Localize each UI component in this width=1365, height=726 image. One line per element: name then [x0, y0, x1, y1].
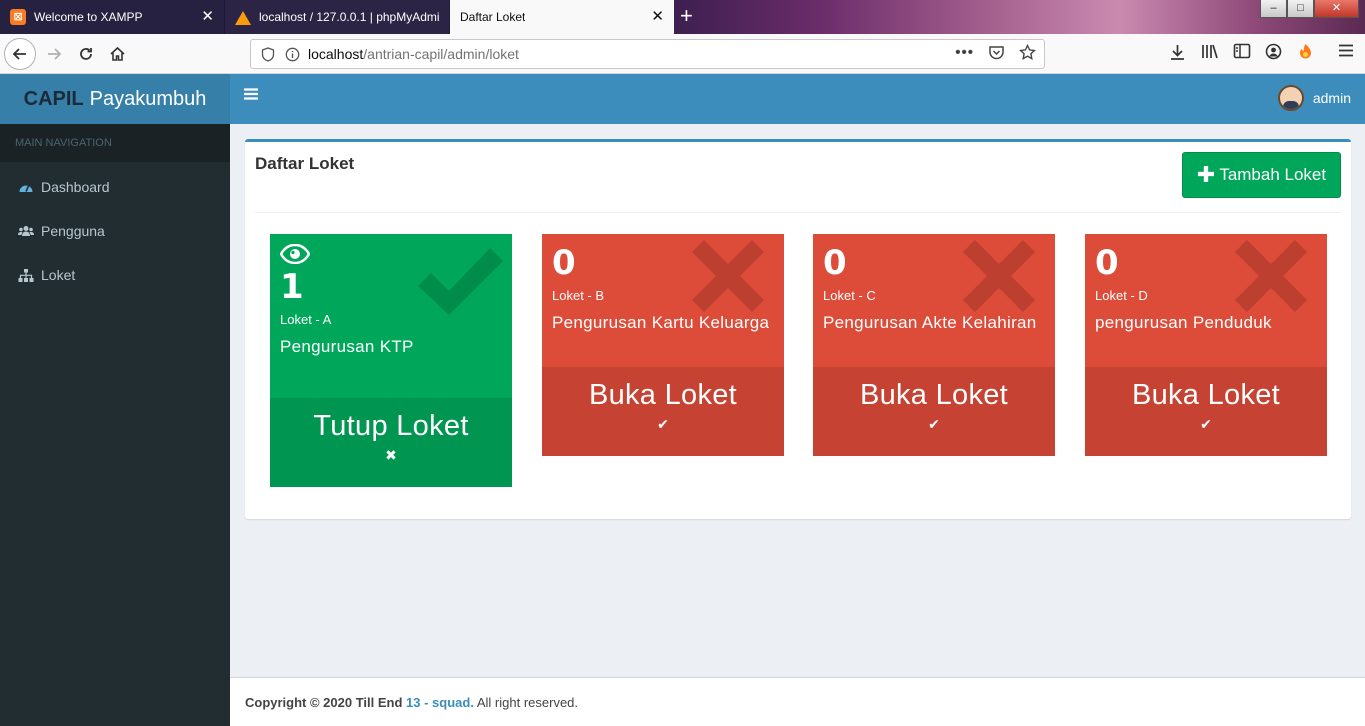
pocket-icon[interactable] [988, 44, 1005, 61]
tutup-loket-button[interactable]: Tutup Loket ✖ [270, 398, 512, 487]
dashboard-icon [19, 185, 33, 192]
buka-loket-button[interactable]: Buka Loket ✔ [813, 367, 1055, 456]
check-small-icon: ✔ [657, 416, 669, 432]
loket-description: pengurusan Penduduk [1095, 313, 1272, 332]
sidebar: MAIN NAVIGATION Dashboard Pengguna Loket [0, 124, 230, 726]
extension-fire-icon[interactable] [1297, 43, 1314, 61]
minimize-button[interactable]: ‒ [1260, 0, 1287, 18]
page-footer: Copyright © 2020 Till End 13 - squad. Al… [230, 677, 1365, 726]
add-loket-label: Tambah Loket [1219, 165, 1327, 184]
forward-button[interactable] [38, 38, 70, 70]
divider [255, 212, 1341, 213]
shield-icon [261, 46, 275, 62]
home-icon [109, 46, 125, 61]
plus-icon: ✚ [1196, 162, 1216, 187]
times-bg-icon [692, 240, 764, 312]
reload-button[interactable] [70, 38, 102, 70]
logo-text: Payakumbuh [89, 87, 207, 110]
user-name: admin [1312, 90, 1351, 106]
check-small-icon: ✔ [1200, 416, 1212, 432]
browser-tab-phpmyadmin[interactable]: localhost / 127.0.0.1 | phpMyAdmin [225, 0, 449, 34]
new-tab-button[interactable]: + [680, 3, 693, 29]
times-bg-icon [963, 240, 1035, 312]
info-icon [285, 47, 300, 61]
address-bar-actions: ••• [955, 44, 1036, 61]
logo[interactable]: CAPIL Payakumbuh [0, 74, 230, 124]
loket-card-a: 1 Loket - A Pengurusan KTP Tutup Loket ✖ [270, 234, 512, 487]
reload-icon [80, 48, 92, 60]
app-header: CAPIL Payakumbuh admin [0, 74, 1365, 124]
window-close-button[interactable]: ✕ [1314, 0, 1359, 18]
tab-title: Daftar Loket [460, 10, 526, 24]
browser-tab-bar: ⊠ Welcome to XAMPP ✕ localhost / 127.0.0… [0, 0, 1365, 34]
url-text: localhost/antrian-capil/admin/loket [308, 46, 519, 62]
tab-title: Welcome to XAMPP [34, 10, 143, 24]
buka-loket-button[interactable]: Buka Loket ✔ [542, 367, 784, 456]
sidebar-item-label: Dashboard [41, 179, 110, 195]
loket-card-b: 0 Loket - B Pengurusan Kartu Keluarga Bu… [542, 234, 784, 456]
sidebar-header: MAIN NAVIGATION [0, 124, 230, 162]
back-arrow-icon [12, 48, 26, 60]
close-icon[interactable]: ✕ [201, 9, 214, 25]
times-icon: ✖ [385, 447, 397, 463]
sidebar-item-dashboard[interactable]: Dashboard [0, 165, 230, 209]
sidebar-item-loket[interactable]: Loket [0, 253, 230, 297]
address-bar[interactable]: localhost/antrian-capil/admin/loket ••• [250, 39, 1045, 69]
window-controls: ‒ □ ✕ [1260, 0, 1359, 18]
bookmark-star-icon[interactable] [1019, 44, 1036, 61]
buka-loket-button[interactable]: Buka Loket ✔ [1085, 367, 1327, 456]
phpmyadmin-icon [235, 10, 251, 25]
main-content: Daftar Loket ✚ Tambah Loket 1 Loket - A … [230, 124, 1365, 677]
page-title: Daftar Loket [255, 154, 355, 173]
avatar [1277, 85, 1304, 111]
loket-description: Pengurusan KTP [280, 337, 414, 356]
users-icon [18, 226, 34, 236]
loket-description: Pengurusan Kartu Keluarga [552, 313, 770, 332]
footer-copyright: Copyright © 2020 Till End [245, 695, 403, 710]
sidebar-item-label: Pengguna [41, 223, 105, 239]
logo-bold-text: CAPIL [23, 87, 84, 110]
browser-nav-bar: localhost/antrian-capil/admin/loket ••• [0, 34, 1365, 74]
sidebar-icon[interactable] [1233, 43, 1251, 59]
url-path: /antrian-capil/admin/loket [363, 46, 519, 62]
browser-tab-daftar-loket[interactable]: Daftar Loket ✕ [450, 0, 674, 34]
action-label: Buka Loket [859, 379, 1009, 411]
sitemap-icon [18, 268, 34, 282]
action-label: Tutup Loket [313, 410, 469, 442]
footer-rights: All right reserved. [476, 695, 579, 710]
forward-arrow-icon [48, 48, 62, 60]
xampp-icon: ⊠ [10, 9, 26, 25]
home-button[interactable] [101, 38, 133, 70]
close-icon[interactable]: ✕ [651, 9, 664, 25]
tab-title: localhost / 127.0.0.1 | phpMyAdmin [259, 10, 439, 24]
maximize-button[interactable]: □ [1287, 0, 1314, 18]
back-button[interactable] [4, 38, 36, 70]
download-icon[interactable] [1169, 43, 1186, 61]
times-bg-icon [1235, 240, 1307, 312]
browser-tab-xampp[interactable]: ⊠ Welcome to XAMPP ✕ [0, 0, 224, 34]
loket-description: Pengurusan Akte Kelahiran [823, 313, 1037, 332]
check-small-icon: ✔ [928, 416, 940, 432]
sidebar-item-pengguna[interactable]: Pengguna [0, 209, 230, 253]
check-icon [418, 248, 503, 315]
action-label: Buka Loket [1131, 379, 1281, 411]
add-loket-button[interactable]: ✚ Tambah Loket [1182, 152, 1341, 198]
loket-box: Daftar Loket ✚ Tambah Loket 1 Loket - A … [245, 139, 1351, 519]
sidebar-item-label: Loket [41, 267, 76, 283]
library-icon[interactable] [1201, 43, 1219, 60]
user-menu[interactable]: admin [1277, 85, 1351, 111]
action-label: Buka Loket [588, 379, 738, 411]
url-host: localhost [308, 46, 364, 62]
account-icon[interactable] [1265, 43, 1282, 60]
footer-link[interactable]: 13 - squad. [406, 695, 474, 710]
loket-card-d: 0 Loket - D pengurusan Penduduk Buka Lok… [1085, 234, 1327, 456]
hamburger-menu-icon[interactable] [1338, 43, 1354, 58]
sidebar-toggle-icon[interactable] [244, 88, 258, 100]
loket-card-c: 0 Loket - C Pengurusan Akte Kelahiran Bu… [813, 234, 1055, 456]
page-actions-icon[interactable]: ••• [955, 44, 974, 61]
